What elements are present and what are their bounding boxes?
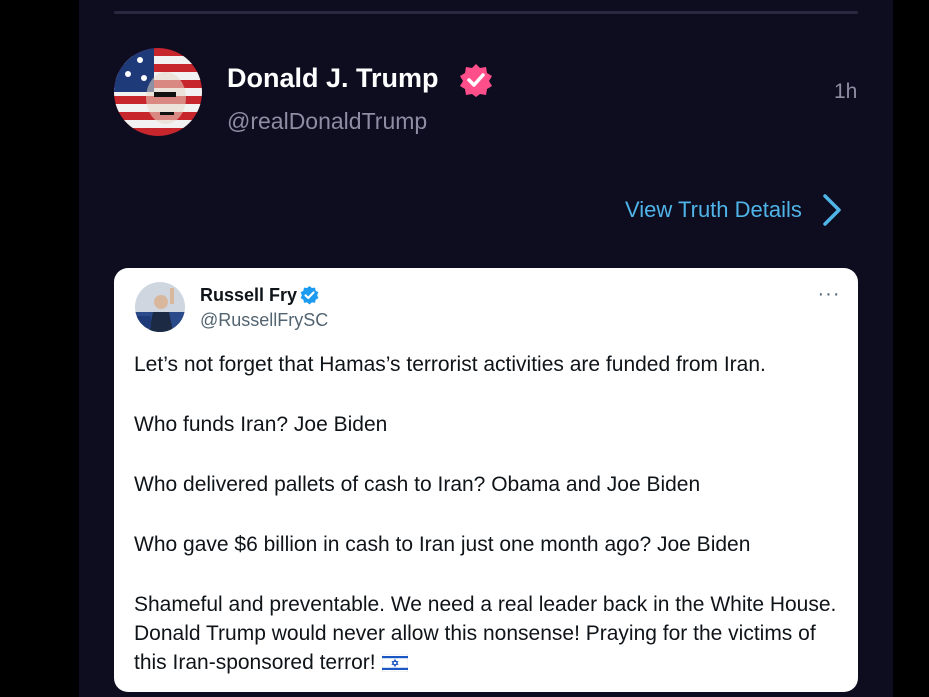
quoted-author-name[interactable]: Russell Fry	[200, 285, 297, 306]
author-name[interactable]: Donald J. Trump	[227, 63, 439, 94]
more-options-button[interactable]: ···	[814, 284, 844, 304]
tweet-paragraph: Who gave $6 billion in cash to Iran just…	[134, 533, 751, 556]
verified-badge-icon	[460, 64, 492, 97]
quoted-author-handle: @RussellFrySC	[200, 310, 329, 330]
tweet-paragraph: Who funds Iran? Joe Biden	[134, 413, 388, 436]
quoted-tweet-card[interactable]: Russell Fry @RussellFrySC ··· Let’s not …	[114, 268, 858, 692]
post-timestamp: 1h	[834, 80, 858, 103]
divider	[114, 11, 858, 14]
tweet-paragraph-final: Shameful and preventable. We need a real…	[134, 590, 844, 677]
view-truth-details-label: View Truth Details	[625, 197, 802, 222]
author-avatar[interactable]	[114, 48, 202, 136]
chevron-right-icon	[823, 194, 841, 226]
tweet-paragraph: Who delivered pallets of cash to Iran? O…	[134, 473, 701, 496]
profile-photo-avatar-image	[135, 282, 185, 332]
tweet-paragraph-text: Shameful and preventable. We need a real…	[134, 593, 837, 674]
author-handle: @realDonaldTrump	[227, 108, 428, 134]
view-truth-details-link[interactable]: View Truth Details	[625, 192, 844, 228]
israel-flag-icon	[381, 654, 408, 673]
flag-portrait-avatar-image	[114, 48, 202, 136]
tweet-paragraph: Let’s not forget that Hamas’s terrorist …	[134, 353, 766, 376]
quoted-author-avatar[interactable]	[135, 282, 185, 332]
verified-check-icon	[300, 285, 319, 305]
